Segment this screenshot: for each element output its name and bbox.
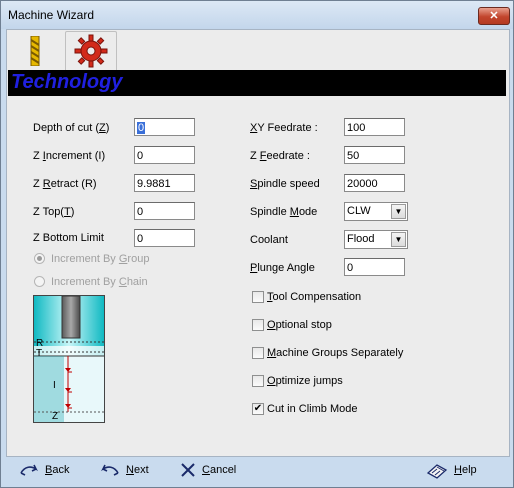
- plunge-angle-input[interactable]: 0: [344, 258, 405, 276]
- chevron-down-icon[interactable]: ▼: [391, 232, 406, 247]
- cut-in-climb-mode-label[interactable]: Cut in Climb Mode: [267, 403, 357, 415]
- tab-tool[interactable]: [13, 32, 53, 68]
- tab-technology[interactable]: [65, 31, 117, 70]
- z-increment-label: Z Increment (I): [33, 150, 106, 162]
- spindle-mode-label: Spindle Mode: [250, 206, 318, 218]
- coolant-select[interactable]: Flood ▼: [344, 230, 408, 249]
- depth-diagram-graphic: R T I Z: [34, 296, 104, 422]
- next-button[interactable]: Next: [100, 460, 149, 480]
- increment-by-chain-radio[interactable]: [34, 276, 45, 287]
- z-bottom-limit-input[interactable]: 0: [134, 229, 195, 247]
- radio-selected-dot: [37, 256, 42, 261]
- cancel-button[interactable]: Cancel: [180, 460, 236, 480]
- coolant-value: Flood: [347, 233, 375, 245]
- z-retract-input[interactable]: 9.9881: [134, 174, 195, 192]
- window-title: Machine Wizard: [8, 8, 95, 22]
- tool-compensation-checkbox[interactable]: [252, 291, 264, 303]
- next-label: Next: [126, 464, 149, 476]
- cut-in-climb-mode-checkbox[interactable]: ✔: [252, 403, 264, 415]
- optional-stop-label[interactable]: Optional stop: [267, 319, 332, 331]
- xy-feedrate-label: XY Feedrate :: [250, 122, 318, 134]
- back-arrow-icon: [20, 464, 38, 476]
- diagram-label-z: Z: [52, 411, 58, 422]
- cancel-label: Cancel: [202, 464, 237, 476]
- spindle-mode-select[interactable]: CLW ▼: [344, 202, 408, 221]
- increment-by-group-radio[interactable]: [34, 253, 45, 264]
- z-feedrate-input[interactable]: 50: [344, 146, 405, 164]
- help-book-icon: [426, 464, 448, 479]
- coolant-label: Coolant: [250, 234, 288, 246]
- tool-compensation-label[interactable]: Tool Compensation: [267, 291, 361, 303]
- help-button[interactable]: Help: [426, 460, 477, 480]
- spindle-mode-value: CLW: [347, 205, 371, 217]
- z-retract-label: Z Retract (R): [33, 178, 97, 190]
- z-increment-input[interactable]: 0: [134, 146, 195, 164]
- close-button[interactable]: ✕: [478, 7, 510, 25]
- title-bar[interactable]: Machine Wizard ✕: [1, 1, 513, 29]
- spindle-speed-label: Spindle speed: [250, 178, 320, 190]
- z-top-input[interactable]: 0: [134, 202, 195, 220]
- tool-depth-diagram: R T I Z: [33, 295, 105, 423]
- spindle-speed-input[interactable]: 20000: [344, 174, 405, 192]
- drill-bit-icon: [30, 36, 40, 66]
- machine-groups-separately-label[interactable]: Machine Groups Separately: [267, 347, 403, 359]
- next-arrow-icon: [101, 464, 119, 476]
- depth-of-cut-input[interactable]: 0: [134, 118, 195, 136]
- optimize-jumps-label[interactable]: Optimize jumps: [267, 375, 343, 387]
- back-label: Back: [45, 464, 70, 476]
- increment-by-group-label: Increment By Group: [51, 253, 150, 265]
- plunge-angle-label: Plunge Angle: [250, 262, 315, 274]
- machine-wizard-window: Machine Wizard ✕ Technology Depth of cut…: [0, 0, 514, 488]
- depth-of-cut-label: Depth of cut (Z): [33, 122, 110, 134]
- z-feedrate-label: Z Feedrate :: [250, 150, 310, 162]
- xy-feedrate-input[interactable]: 100: [344, 118, 405, 136]
- gear-icon: [74, 34, 108, 68]
- cancel-x-icon: [181, 463, 195, 477]
- section-title: Technology: [11, 71, 123, 93]
- optional-stop-checkbox[interactable]: [252, 319, 264, 331]
- diagram-label-i: I: [53, 380, 56, 391]
- optimize-jumps-checkbox[interactable]: [252, 375, 264, 387]
- section-header: Technology: [8, 70, 506, 96]
- chevron-down-icon[interactable]: ▼: [391, 204, 406, 219]
- help-label: Help: [454, 464, 477, 476]
- z-top-label: Z Top(T): [33, 206, 75, 218]
- diagram-label-t: T: [36, 348, 42, 359]
- machine-groups-separately-checkbox[interactable]: [252, 347, 264, 359]
- back-button[interactable]: Back: [19, 460, 69, 480]
- wizard-client-area: Technology Depth of cut (Z) 0 Z Incremen…: [6, 29, 510, 457]
- z-bottom-limit-label: Z Bottom Limit: [33, 232, 104, 244]
- increment-by-chain-label: Increment By Chain: [51, 276, 148, 288]
- checkmark-icon: ✔: [253, 403, 263, 414]
